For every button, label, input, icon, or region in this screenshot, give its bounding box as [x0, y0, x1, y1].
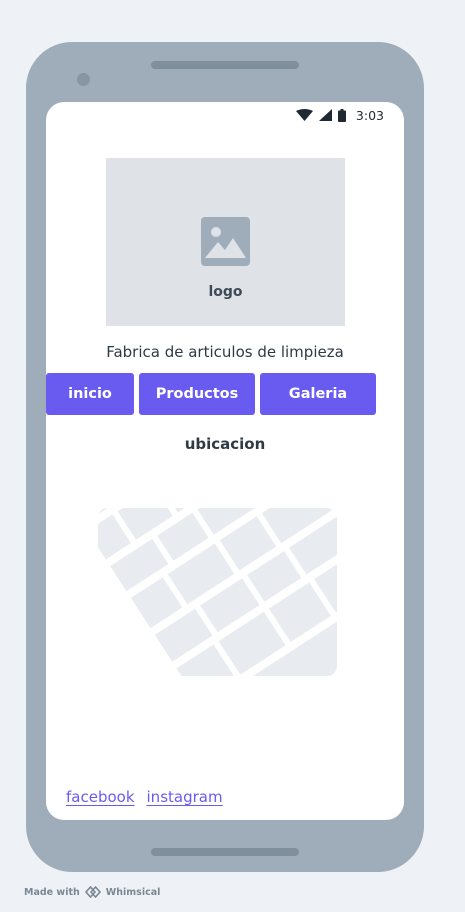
status-time: 3:03: [355, 107, 384, 123]
status-bar: 3:03: [295, 106, 384, 124]
location-heading: ubicacion: [184, 435, 266, 453]
map-placeholder[interactable]: [98, 508, 337, 676]
phone-screen: 3:03 logo Fabrica de articulos de limpie…: [46, 102, 404, 820]
nav-button-inicio[interactable]: inicio: [46, 373, 134, 415]
image-placeholder-icon: [201, 217, 250, 266]
facebook-link[interactable]: facebook: [66, 788, 135, 806]
social-links: facebook instagram: [66, 788, 223, 806]
logo-label: logo: [208, 284, 243, 300]
logo-placeholder: logo: [106, 158, 345, 326]
instagram-link[interactable]: instagram: [147, 788, 223, 806]
nav-button-galeria[interactable]: Galeria: [260, 373, 376, 415]
battery-icon: [337, 108, 346, 122]
phone-frame: 3:03 logo Fabrica de articulos de limpie…: [26, 42, 424, 872]
phone-camera: [77, 73, 90, 86]
whimsical-logo-icon: [84, 886, 101, 898]
footer-credit[interactable]: Made with Whimsical: [24, 886, 160, 898]
map-streets-graphic: [98, 508, 337, 676]
phone-home-bar: [151, 848, 299, 856]
nav-button-productos[interactable]: Productos: [139, 373, 255, 415]
phone-speaker: [151, 61, 299, 69]
tagline: Fabrica de articulos de limpieza: [106, 343, 344, 361]
signal-icon: [318, 109, 332, 121]
wifi-icon: [295, 109, 313, 121]
nav-bar: inicio Productos Galeria: [46, 373, 404, 415]
credit-brand: Whimsical: [105, 886, 161, 898]
credit-prefix: Made with: [24, 886, 80, 898]
